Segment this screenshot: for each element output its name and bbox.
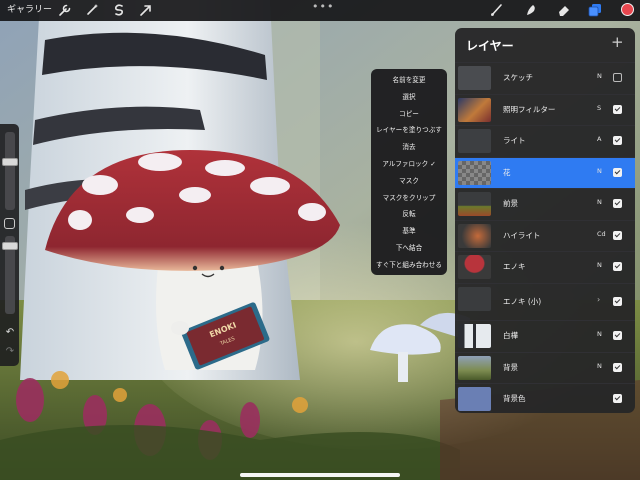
panel-title: レイヤー (466, 39, 514, 53)
add-layer-button[interactable]: + (611, 33, 624, 51)
layer-row[interactable]: 背景色 (455, 383, 635, 413)
sidebar: ↶ ↷ (0, 124, 19, 366)
eraser-icon[interactable] (557, 3, 571, 17)
blend-mode[interactable]: N (597, 330, 602, 338)
menu-item-mask[interactable]: マスク (371, 173, 447, 190)
layer-options-menu: 名前を変更 選択 コピー レイヤーを塗りつぶす 消去 アルファロック ✓ マスク … (371, 69, 447, 275)
layer-row[interactable]: 照明フィルター S (455, 93, 635, 125)
layer-name: 背景 (503, 362, 518, 372)
home-indicator[interactable] (240, 473, 400, 477)
menu-item-fill-layer[interactable]: レイヤーを塗りつぶす (371, 122, 447, 139)
more-options-icon[interactable]: ••• (312, 0, 334, 13)
layer-thumbnail (458, 160, 491, 185)
menu-item-copy[interactable]: コピー (371, 106, 447, 123)
blend-mode[interactable]: A (597, 135, 601, 143)
brush-size-slider[interactable] (2, 132, 18, 210)
blend-mode[interactable]: N (597, 261, 602, 269)
menu-item-select[interactable]: 選択 (371, 89, 447, 106)
visibility-checkbox[interactable] (613, 262, 622, 271)
visibility-checkbox[interactable] (613, 136, 622, 145)
blend-mode[interactable]: Cd (597, 230, 606, 238)
visibility-checkbox[interactable] (613, 362, 622, 372)
gallery-button[interactable]: ギャラリー (7, 3, 52, 17)
redo-icon[interactable]: ↷ (3, 346, 17, 357)
chevron-right-icon[interactable]: › (597, 295, 600, 304)
selection-icon[interactable] (112, 3, 126, 17)
layer-row[interactable]: エノキ N (455, 251, 635, 282)
menu-item-combine-down[interactable]: すぐ下と組み合わせる (371, 257, 447, 274)
layers-panel: レイヤー + スケッチ N 照明フィルター S ライト A 花 N 前景 N ハ… (455, 28, 635, 413)
color-picker-button[interactable] (621, 3, 634, 16)
layer-group-row[interactable]: エノキ (小) › (455, 282, 635, 320)
menu-item-clipping-mask[interactable]: マスクをクリップ (371, 190, 447, 207)
layer-row[interactable]: 前景 N (455, 188, 635, 219)
layer-name: ハイライト (503, 230, 541, 240)
opacity-handle[interactable] (2, 242, 18, 250)
layer-name: 花 (503, 167, 511, 177)
menu-item-merge-down[interactable]: 下へ結合 (371, 240, 447, 257)
brush-size-handle[interactable] (2, 158, 18, 166)
menu-item-clear[interactable]: 消去 (371, 139, 447, 156)
blend-mode[interactable]: N (597, 167, 602, 175)
layer-name: エノキ (503, 262, 526, 271)
layer-name: エノキ (小) (503, 296, 542, 306)
layer-thumbnail (458, 66, 491, 90)
visibility-checkbox[interactable] (613, 296, 622, 306)
blend-mode[interactable]: S (597, 104, 601, 112)
visibility-checkbox[interactable] (613, 230, 622, 240)
layer-name: 背景色 (503, 394, 526, 403)
layer-thumbnail (458, 324, 491, 348)
layer-row[interactable]: 白樺 N (455, 320, 635, 351)
layer-name: ライト (503, 136, 526, 145)
layer-row-selected[interactable]: 花 N (455, 156, 635, 188)
layer-row[interactable]: スケッチ N (455, 62, 635, 93)
blend-mode[interactable]: N (597, 72, 602, 80)
smudge-icon[interactable] (524, 3, 538, 17)
menu-item-rename[interactable]: 名前を変更 (371, 72, 447, 89)
visibility-checkbox[interactable] (613, 394, 622, 403)
layer-thumbnail (458, 129, 491, 153)
modify-button[interactable] (4, 218, 15, 229)
menu-item-invert[interactable]: 反転 (371, 206, 447, 223)
layer-thumbnail (458, 192, 491, 216)
layers-icon[interactable] (588, 3, 602, 17)
visibility-checkbox[interactable] (613, 199, 622, 208)
layer-name: 照明フィルター (503, 104, 556, 114)
checkmark-icon: ✓ (430, 159, 436, 168)
magic-wand-icon[interactable] (85, 3, 99, 17)
layer-thumbnail (458, 355, 491, 380)
undo-icon[interactable]: ↶ (3, 327, 17, 338)
top-toolbar: ギャラリー ••• (0, 0, 640, 21)
layer-name: 白樺 (503, 331, 518, 340)
layer-name: スケッチ (503, 73, 533, 82)
layer-thumbnail (458, 223, 491, 248)
brush-icon[interactable] (490, 3, 504, 17)
blend-mode[interactable]: N (597, 198, 602, 206)
layer-thumbnail (458, 97, 491, 122)
layer-row[interactable]: ハイライト Cd (455, 219, 635, 251)
wrench-icon[interactable] (58, 3, 72, 17)
visibility-checkbox[interactable] (613, 331, 622, 340)
layer-thumbnail (458, 286, 491, 311)
layer-name: 前景 (503, 199, 518, 208)
visibility-checkbox[interactable] (613, 167, 622, 177)
menu-item-alpha-lock[interactable]: アルファロック ✓ (371, 156, 447, 173)
layer-thumbnail (458, 387, 491, 411)
opacity-slider[interactable] (2, 236, 18, 314)
transform-icon[interactable] (139, 3, 153, 17)
visibility-checkbox[interactable] (613, 73, 622, 82)
menu-item-reference[interactable]: 基準 (371, 223, 447, 240)
blend-mode[interactable]: N (597, 362, 602, 370)
layer-row[interactable]: ライト A (455, 125, 635, 156)
visibility-checkbox[interactable] (613, 104, 622, 114)
layer-thumbnail (458, 255, 491, 279)
layer-row[interactable]: 背景 N (455, 351, 635, 383)
